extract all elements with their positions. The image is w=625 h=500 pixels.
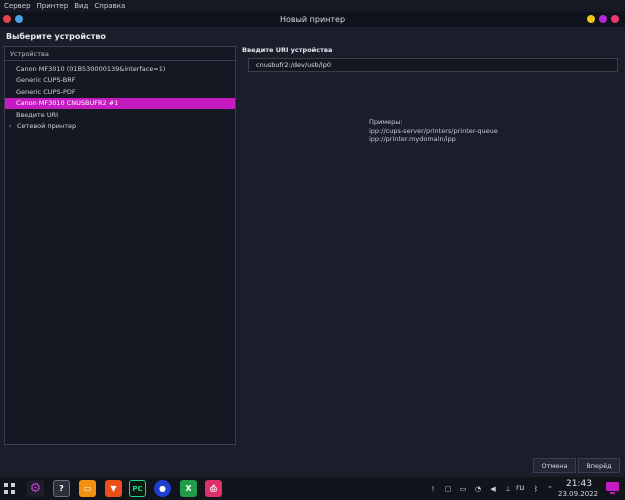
examples-title: Примеры: — [369, 118, 403, 126]
minimize-button[interactable] — [587, 15, 595, 23]
device-list: Canon MF3010 (01B530000139&interface=1) … — [5, 61, 235, 132]
clock-date[interactable]: 23.09.2022 — [558, 490, 598, 498]
menu-server[interactable]: Сервер — [4, 2, 31, 10]
uri-input[interactable] — [248, 58, 618, 72]
device-item-canon-usb[interactable]: Canon MF3010 (01B530000139&interface=1) — [5, 63, 235, 75]
device-item-enter-uri[interactable]: Введите URI — [5, 109, 235, 121]
clipboard-icon[interactable]: ▢ — [443, 484, 453, 493]
settings-icon[interactable]: ⚙ — [27, 480, 44, 497]
title-bar: Новый принтер — [0, 12, 625, 27]
volume-icon[interactable]: ◀ — [488, 484, 498, 493]
devices-panel: Устройства Canon MF3010 (01B530000139&in… — [4, 46, 236, 445]
device-item-cups-brf[interactable]: Generic CUPS-BRF — [5, 75, 235, 87]
notification-icon[interactable]: ! — [428, 484, 438, 493]
next-button[interactable]: Вперёд — [578, 458, 620, 473]
brave-icon[interactable]: ▼ — [105, 480, 122, 497]
device-label: Canon MF3010 CNUSBUFR2 #1 — [16, 99, 119, 108]
calc-icon[interactable]: X — [180, 480, 197, 497]
menu-printer[interactable]: Принтер — [37, 2, 69, 10]
device-item-network-printer[interactable]: › Сетевой принтер — [5, 121, 235, 133]
show-desktop-icon[interactable] — [605, 481, 620, 495]
chevron-right-icon[interactable]: › — [9, 123, 17, 130]
example-line-1: ipp://cups-server/printers/printer-queue — [369, 126, 498, 135]
printer-icon[interactable]: ⎙ — [205, 480, 222, 497]
help-icon[interactable]: ? — [53, 480, 70, 497]
menu-help[interactable]: Справка — [94, 2, 125, 10]
example-line-2: ipp://printer.mydomain/ipp — [369, 135, 456, 143]
pycharm-icon[interactable]: PC — [129, 480, 146, 497]
devices-header: Устройства — [5, 47, 235, 61]
cancel-button[interactable]: Отмена — [533, 458, 576, 473]
device-item-cups-pdf[interactable]: Generic CUPS-PDF — [5, 86, 235, 98]
network-icon[interactable]: ◔ — [473, 484, 483, 493]
bluetooth-icon[interactable]: ᛒ — [531, 484, 541, 493]
menu-view[interactable]: Вид — [74, 2, 88, 10]
maximize-button[interactable] — [599, 15, 607, 23]
usb-icon[interactable]: ⊥ — [503, 484, 513, 493]
device-label: Сетевой принтер — [17, 122, 77, 131]
tray-expand-icon[interactable]: ⌃ — [545, 484, 555, 493]
device-label: Generic CUPS-BRF — [16, 76, 76, 85]
examples-text: Примеры: ipp://cups-server/printers/prin… — [369, 118, 498, 144]
device-label: Generic CUPS-PDF — [16, 87, 76, 96]
firefox-icon[interactable]: ● — [154, 480, 171, 497]
app-launcher-icon[interactable] — [3, 482, 16, 495]
pin-icon[interactable] — [15, 15, 23, 23]
window-title: Новый принтер — [279, 15, 346, 24]
menu-bar: Сервер Принтер Вид Справка — [0, 0, 625, 12]
battery-icon[interactable]: ▭ — [458, 484, 468, 493]
taskbar: ⚙ ? ▭ ▼ PC ● X ⎙ ! ▢ ▭ ◔ ◀ ⊥ ru ᛒ ⌃ 21:4… — [0, 477, 625, 500]
close-button[interactable] — [611, 15, 619, 23]
folder-icon[interactable]: ▭ — [79, 480, 96, 497]
keyboard-layout[interactable]: ru — [516, 483, 524, 492]
new-printer-window: Выберите устройство Устройства Canon MF3… — [0, 27, 625, 477]
device-item-canon-cnusbufr2[interactable]: Canon MF3010 CNUSBUFR2 #1 — [5, 97, 235, 109]
device-label: Canon MF3010 (01B530000139&interface=1) — [16, 64, 166, 73]
uri-label: Введите URI устройства — [242, 46, 333, 54]
device-label: Введите URI — [16, 110, 59, 119]
page-title: Выберите устройство — [6, 32, 106, 41]
clock-time[interactable]: 21:43 — [566, 479, 592, 489]
app-menu-icon[interactable] — [3, 15, 11, 23]
